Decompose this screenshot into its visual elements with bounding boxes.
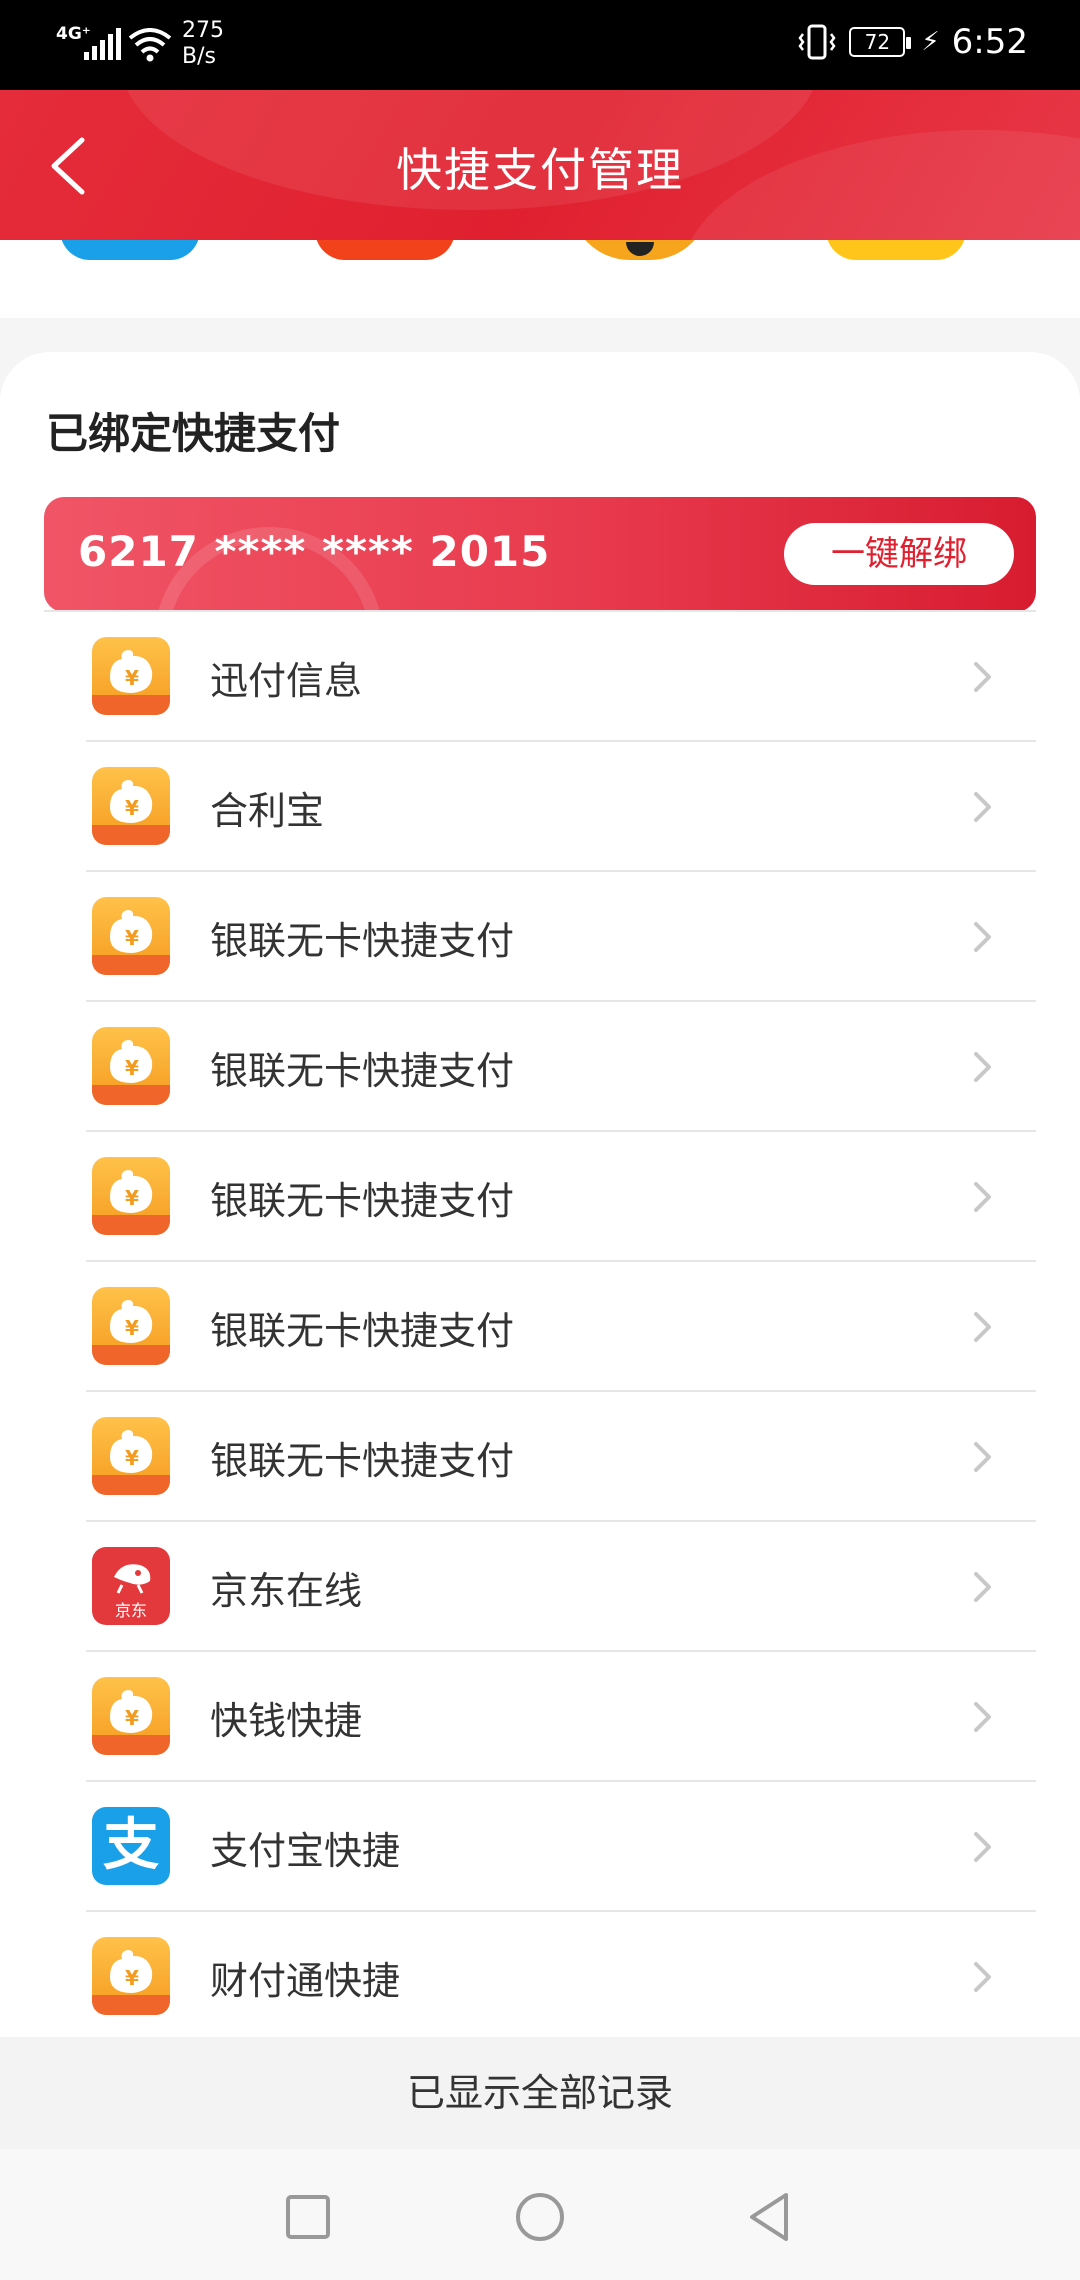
unbind-all-button[interactable]: 一键解绑: [784, 523, 1014, 585]
coin-bag-icon: ¥: [92, 1937, 170, 2015]
speed-unit: B/s: [182, 44, 216, 69]
battery-icon: 72: [849, 27, 912, 57]
payment-method-label: 银联无卡快捷支付: [210, 1439, 515, 1483]
payment-method-label: 银联无卡快捷支付: [210, 1179, 515, 1223]
chevron-right-icon: [974, 1572, 991, 1602]
list-item[interactable]: ¥ 银联无卡快捷支付: [0, 1392, 1080, 1522]
svg-text:¥: ¥: [125, 1186, 139, 1210]
payment-method-label: 支付宝快捷: [210, 1829, 401, 1873]
alipay-logo-icon: 支: [92, 1807, 170, 1885]
payment-method-label: 合利宝: [210, 789, 325, 833]
alipay-glyph: 支: [103, 1813, 159, 1878]
payment-method-label: 银联无卡快捷支付: [210, 1049, 515, 1093]
chevron-right-icon: [974, 922, 991, 952]
coin-bag-icon: ¥: [92, 1157, 170, 1235]
list-item[interactable]: ¥ 迅付信息: [0, 612, 1080, 742]
coin-bag-icon: ¥: [92, 767, 170, 845]
coin-bag-icon: ¥: [92, 637, 170, 715]
wifi-icon: [128, 28, 172, 62]
payment-method-label: 京东在线: [210, 1569, 363, 1613]
mascot-face-icon: [626, 242, 654, 256]
bank-card: 6217 **** **** 2015 一键解绑: [44, 497, 1036, 612]
jd-logo-text: 京东: [114, 1601, 147, 1620]
home-icon[interactable]: [510, 2187, 570, 2247]
svg-text:¥: ¥: [125, 1056, 139, 1080]
top-banner-strip: [0, 240, 1080, 318]
header: 快捷支付管理: [0, 90, 1080, 240]
coin-bag-icon: ¥: [92, 1677, 170, 1755]
chevron-right-icon: [974, 662, 991, 692]
coin-bag-icon: ¥: [92, 1287, 170, 1365]
network-speed: 275 B/s: [182, 18, 224, 70]
page: 4G⁺ 275 B/s 72 ⚡ 6:52 快捷支付管理 已绑定快捷支付 621…: [0, 0, 1080, 2280]
back-triangle-icon[interactable]: [740, 2187, 800, 2247]
all-records-shown-note: 已显示全部记录: [0, 2037, 1080, 2149]
svg-text:¥: ¥: [125, 926, 139, 950]
list-item[interactable]: ¥ 银联无卡快捷支付: [0, 1262, 1080, 1392]
vibrate-icon: [798, 24, 836, 60]
payment-method-label: 银联无卡快捷支付: [210, 919, 515, 963]
svg-text:¥: ¥: [125, 666, 139, 690]
section-title: 已绑定快捷支付: [46, 409, 341, 458]
chevron-right-icon: [974, 1442, 991, 1472]
chevron-right-icon: [974, 1182, 991, 1212]
signal-icon: [84, 28, 121, 60]
list-item[interactable]: ¥ 合利宝: [0, 742, 1080, 872]
chevron-right-icon: [974, 1962, 991, 1992]
list-item[interactable]: ¥ 银联无卡快捷支付: [0, 872, 1080, 1002]
list-item[interactable]: ¥ 银联无卡快捷支付: [0, 1132, 1080, 1262]
recent-apps-icon[interactable]: [278, 2187, 338, 2247]
coin-bag-icon: ¥: [92, 1417, 170, 1495]
svg-text:¥: ¥: [125, 1706, 139, 1730]
status-bar: 4G⁺ 275 B/s 72 ⚡ 6:52: [0, 0, 1080, 90]
chevron-right-icon: [974, 1832, 991, 1862]
jd-logo-icon: 京东: [92, 1547, 170, 1625]
list-item[interactable]: ¥ 银联无卡快捷支付: [0, 1002, 1080, 1132]
chevron-right-icon: [974, 792, 991, 822]
payment-method-label: 财付通快捷: [210, 1959, 401, 2003]
bound-payments-card: 已绑定快捷支付 6217 **** **** 2015 一键解绑 ¥ 迅付信息 ¥ 合…: [0, 352, 1080, 2042]
svg-text:¥: ¥: [125, 1446, 139, 1470]
payment-list: ¥ 迅付信息 ¥ 合利宝 ¥ 银联无卡快捷支付 ¥ 银联无卡快捷支付 ¥ 银联无卡快捷支付 ¥ 银联无…: [0, 612, 1080, 2042]
mascot-app-icon[interactable]: [570, 240, 710, 260]
list-item[interactable]: ¥ 财付通快捷: [0, 1912, 1080, 2042]
list-item[interactable]: ¥ 快钱快捷: [0, 1652, 1080, 1782]
payment-method-label: 银联无卡快捷支付: [210, 1309, 515, 1353]
coin-bag-icon: ¥: [92, 897, 170, 975]
card-number: 6217 **** **** 2015: [78, 527, 551, 576]
chevron-right-icon: [974, 1052, 991, 1082]
red-app-icon[interactable]: [315, 240, 455, 260]
payment-method-label: 快钱快捷: [210, 1699, 363, 1743]
chevron-right-icon: [974, 1702, 991, 1732]
clock: 6:52: [951, 22, 1028, 62]
charging-icon: ⚡: [921, 27, 940, 57]
svg-text:¥: ¥: [125, 1316, 139, 1340]
svg-text:¥: ¥: [125, 796, 139, 820]
payment-method-label: 迅付信息: [210, 659, 363, 703]
svg-text:¥: ¥: [125, 1966, 139, 1990]
system-nav-bar: [0, 2149, 1080, 2280]
status-right: 72 ⚡ 6:52: [797, 22, 1028, 62]
coin-bag-icon: ¥: [92, 1027, 170, 1105]
blue-app-icon[interactable]: [60, 240, 200, 260]
list-item[interactable]: 京东 京东在线: [0, 1522, 1080, 1652]
chevron-right-icon: [974, 1312, 991, 1342]
page-title: 快捷支付管理: [396, 143, 684, 197]
speed-value: 275: [182, 18, 224, 43]
yellow-app-icon[interactable]: [826, 240, 966, 260]
list-item[interactable]: 支 支付宝快捷: [0, 1782, 1080, 1912]
